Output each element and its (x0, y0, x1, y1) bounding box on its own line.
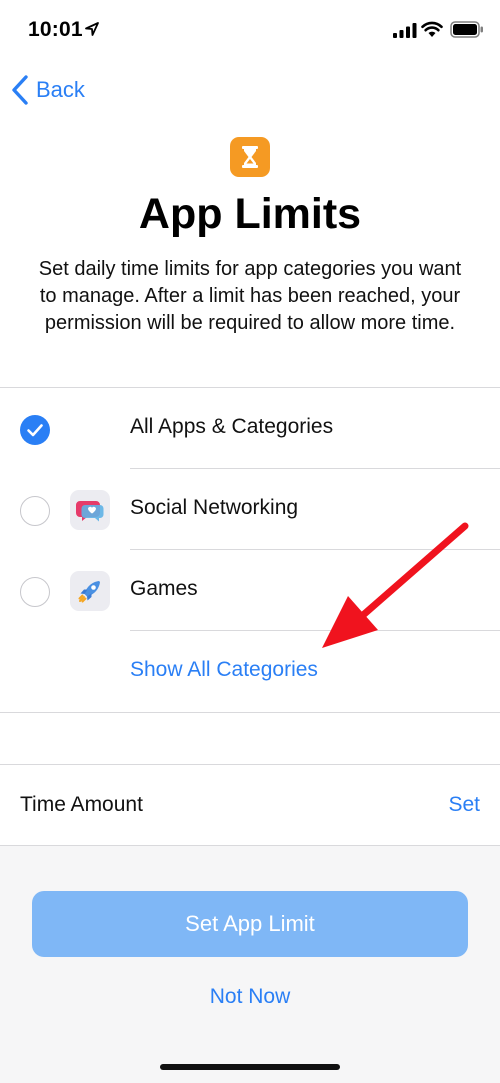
page-description: Set daily time limits for app categories… (38, 258, 462, 334)
time-amount-label: Time Amount (20, 793, 143, 816)
annotation-arrow-icon (322, 522, 469, 648)
checkmark-selected-icon[interactable] (20, 415, 50, 445)
set-app-limit-button[interactable]: Set App Limit (32, 891, 468, 957)
show-all-categories-link[interactable]: Show All Categories (130, 658, 318, 682)
category-label: All Apps & Categories (130, 415, 334, 438)
screen-time-hourglass-icon (230, 137, 270, 177)
bottom-action-area (0, 846, 500, 1083)
social-networking-icon (70, 490, 110, 530)
chevron-left-icon (12, 75, 28, 105)
back-button[interactable]: Back (10, 70, 85, 110)
time-amount-set-button[interactable]: Set (448, 793, 480, 817)
not-now-button[interactable]: Not Now (0, 985, 500, 1009)
cellular-signal-icon (393, 23, 417, 38)
wifi-icon (421, 21, 443, 37)
battery-icon (450, 21, 483, 38)
location-arrow-icon (85, 22, 99, 36)
status-time: 10:01 (28, 18, 83, 41)
time-amount-row[interactable]: Time Amount Set (0, 765, 500, 845)
status-bar: 10:01 (0, 0, 500, 60)
category-row-all-apps[interactable]: All Apps & Categories (0, 388, 500, 469)
page-title: App Limits (138, 190, 362, 238)
category-label: Social Networking (130, 496, 299, 519)
checkmark-unselected-icon[interactable] (20, 577, 50, 607)
section-spacer (0, 713, 500, 764)
back-label: Back (36, 77, 85, 102)
home-indicator[interactable] (160, 1064, 340, 1070)
checkmark-unselected-icon[interactable] (20, 496, 50, 526)
games-rocket-icon (70, 571, 110, 611)
category-label: Games (130, 577, 198, 600)
